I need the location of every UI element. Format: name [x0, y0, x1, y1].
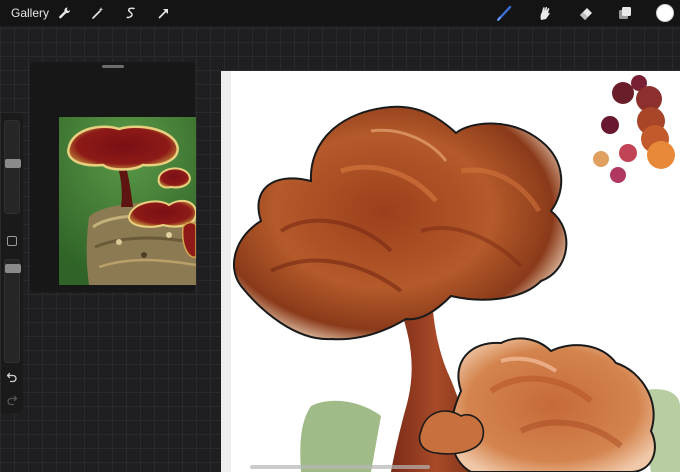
reference-panel-grip[interactable]: [102, 65, 124, 68]
brush-size-thumb[interactable]: [5, 159, 21, 168]
selection-icon[interactable]: [121, 3, 141, 23]
transform-arrow-icon[interactable]: [154, 3, 174, 23]
reference-image: [59, 117, 196, 285]
wrench-icon[interactable]: [55, 3, 75, 23]
color-palette-swatches: [593, 75, 675, 183]
opacity-thumb[interactable]: [5, 264, 21, 273]
undo-icon[interactable]: [5, 370, 19, 384]
opacity-slider[interactable]: [4, 259, 21, 363]
eraser-icon[interactable]: [575, 3, 597, 23]
magic-wand-icon[interactable]: [88, 3, 108, 23]
brush-size-slider[interactable]: [4, 120, 21, 214]
layers-icon[interactable]: [614, 3, 636, 23]
top-toolbar: Gallery: [0, 0, 680, 26]
sidebar: [1, 113, 23, 413]
brush-icon[interactable]: [494, 3, 516, 23]
modify-button[interactable]: [7, 236, 17, 246]
gallery-button[interactable]: Gallery: [11, 6, 49, 20]
smudge-icon[interactable]: [534, 3, 556, 23]
drawing-canvas[interactable]: [221, 71, 680, 472]
home-indicator: [250, 465, 430, 469]
reference-panel[interactable]: [30, 62, 196, 292]
color-picker-button[interactable]: [656, 4, 674, 22]
redo-icon[interactable]: [5, 393, 19, 407]
